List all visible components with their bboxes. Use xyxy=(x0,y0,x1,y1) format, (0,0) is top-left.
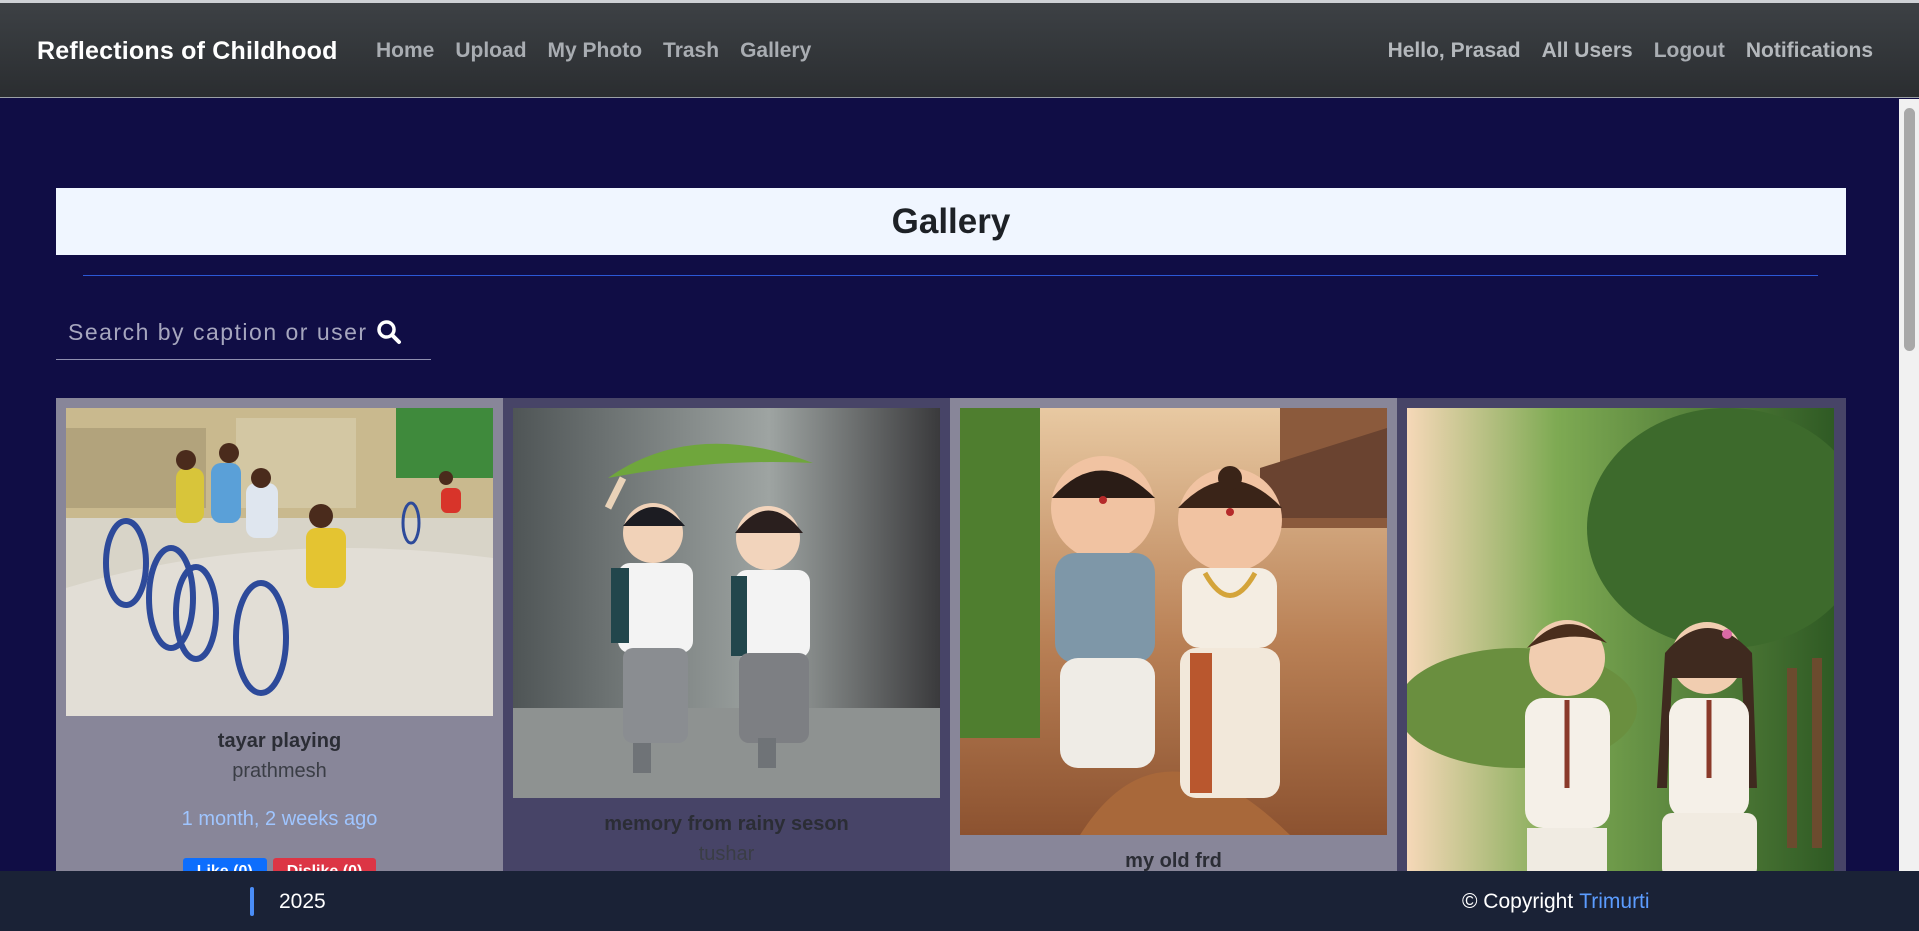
gallery-card[interactable] xyxy=(1397,398,1846,871)
nav-greeting[interactable]: Hello, Prasad xyxy=(1388,39,1521,63)
nav-notifications[interactable]: Notifications xyxy=(1746,39,1873,63)
brand-logo-text[interactable]: Reflections of Childhood xyxy=(37,37,338,66)
gallery-card[interactable]: memory from rainy seson tushar xyxy=(503,398,950,871)
nav-all-users[interactable]: All Users xyxy=(1542,39,1633,63)
dislike-button[interactable]: Dislike (0) xyxy=(272,858,377,871)
footer-copyright: © Copyright Trimurti xyxy=(1462,890,1650,914)
nav-my-photo[interactable]: My Photo xyxy=(548,39,643,63)
page-scrollbar-thumb[interactable] xyxy=(1904,108,1915,351)
footer-accent-bar xyxy=(250,887,254,916)
gallery-photo[interactable] xyxy=(960,408,1387,835)
nav-right: Hello, Prasad All Users Logout Notificat… xyxy=(1388,39,1873,63)
gallery-card[interactable]: my old frd xyxy=(950,398,1397,871)
footer-brand-link[interactable]: Trimurti xyxy=(1579,890,1649,913)
nav-trash[interactable]: Trash xyxy=(663,39,719,63)
title-divider xyxy=(83,275,1818,276)
card-username: prathmesh xyxy=(232,760,327,782)
nav-left: Home Upload My Photo Trash Gallery xyxy=(376,39,811,63)
gallery-title-box: Gallery xyxy=(56,188,1846,255)
search-input[interactable] xyxy=(56,307,371,357)
search-icon xyxy=(377,320,401,344)
navbar: Reflections of Childhood Home Upload My … xyxy=(0,3,1919,98)
photo-kids-tyre-playing xyxy=(66,408,493,716)
footer: 2025 © Copyright Trimurti xyxy=(0,871,1919,931)
nav-gallery[interactable]: Gallery xyxy=(740,39,811,63)
card-timestamp: 1 month, 2 weeks ago xyxy=(181,808,378,830)
search-bar xyxy=(56,305,431,360)
gallery-photo[interactable] xyxy=(513,408,940,798)
gallery-photo[interactable] xyxy=(1407,408,1834,871)
photo-kids-rainy-day xyxy=(513,408,940,798)
photo-toddlers-village xyxy=(960,408,1387,835)
photo-boy-girl-forest xyxy=(1407,408,1834,871)
search-button[interactable] xyxy=(371,314,407,350)
card-reaction-buttons: Like (0) Dislike (0) xyxy=(56,858,503,871)
like-button[interactable]: Like (0) xyxy=(182,858,267,871)
gallery-card[interactable]: tayar playing prathmesh 1 month, 2 weeks… xyxy=(56,398,503,871)
nav-home[interactable]: Home xyxy=(376,39,434,63)
nav-logout[interactable]: Logout xyxy=(1654,39,1725,63)
footer-copyright-text: © Copyright xyxy=(1462,890,1574,913)
card-caption: my old frd xyxy=(1125,850,1222,871)
page-title: Gallery xyxy=(891,201,1011,241)
nav-upload[interactable]: Upload xyxy=(455,39,526,63)
card-caption: memory from rainy seson xyxy=(604,813,849,835)
card-caption: tayar playing xyxy=(217,730,342,752)
gallery-photo[interactable] xyxy=(66,408,493,716)
card-username: tushar xyxy=(698,843,755,865)
footer-year: 2025 xyxy=(279,890,326,913)
